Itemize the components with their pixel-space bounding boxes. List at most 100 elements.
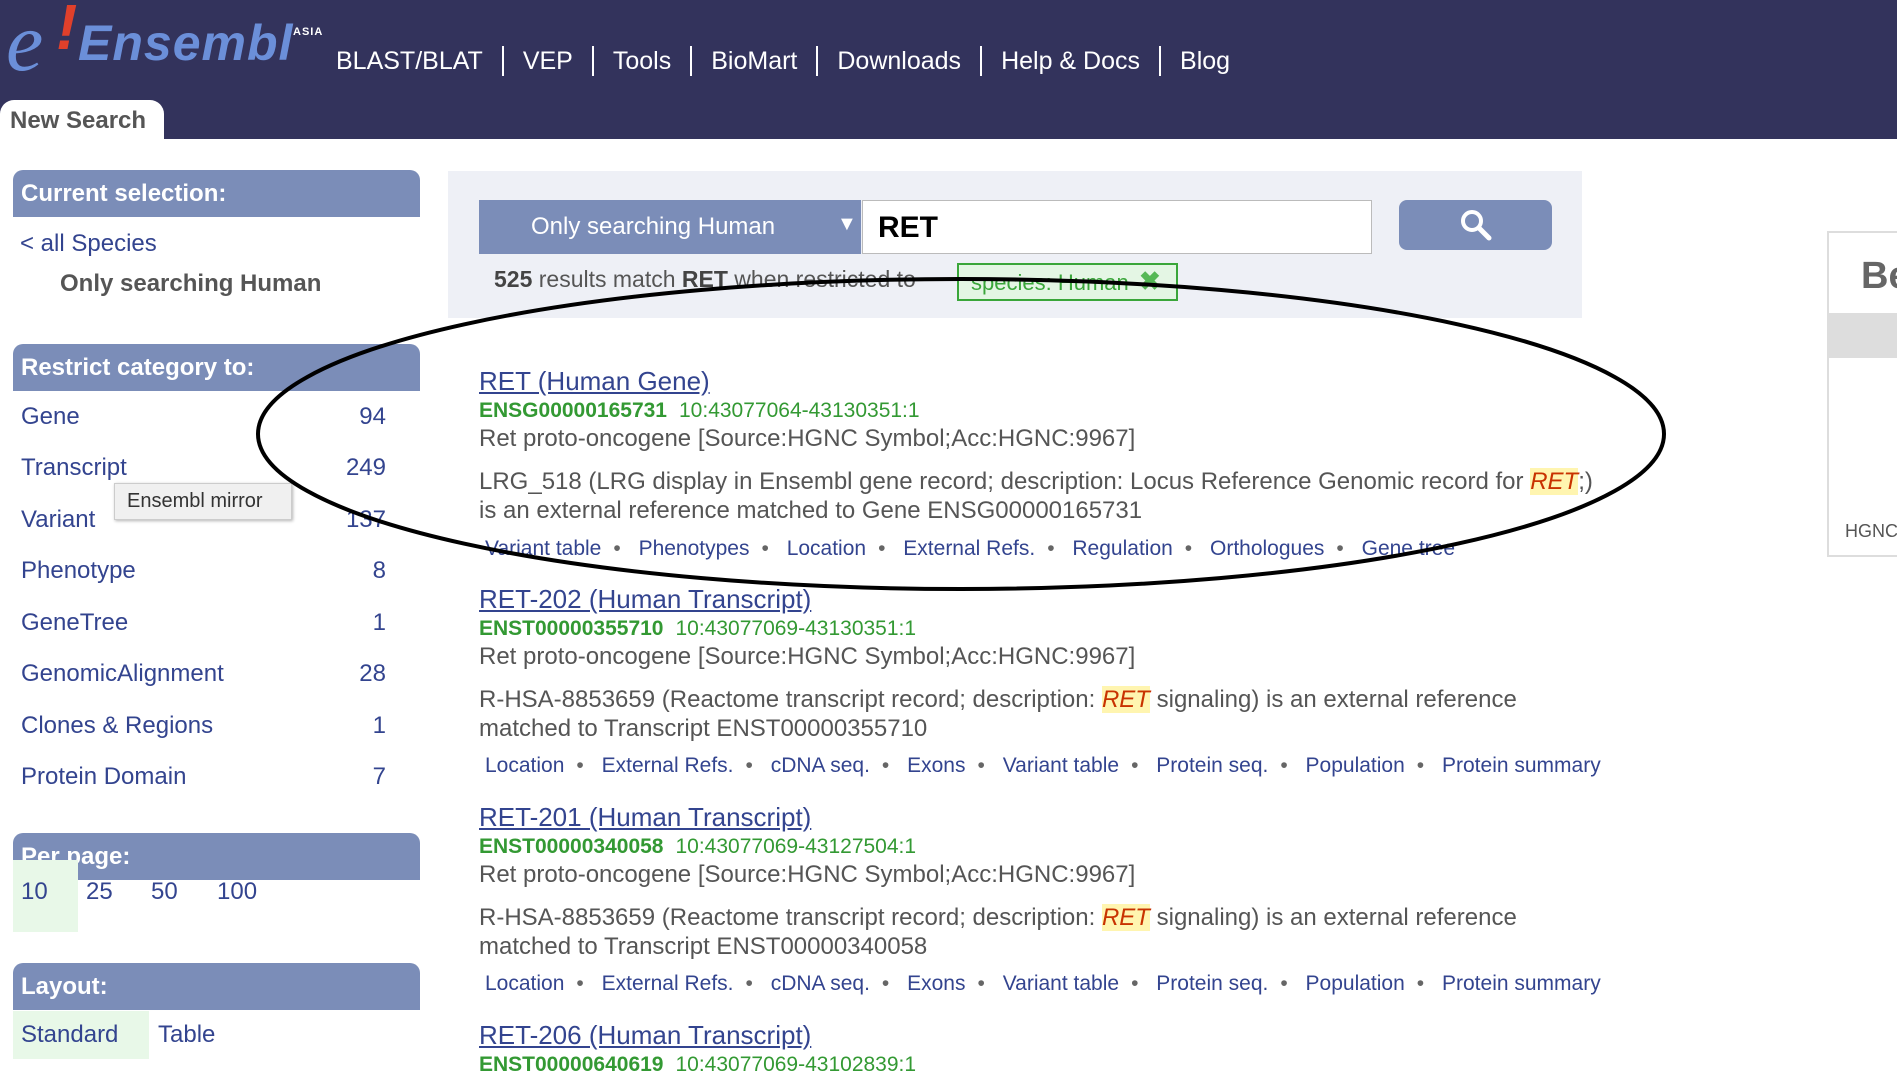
current-selection-heading: Current selection: [13,170,420,217]
category-label: Transcript [21,454,127,481]
link-separator: • [1416,972,1425,995]
link-separator: • [613,537,621,560]
nav-tools[interactable]: Tools [591,46,690,76]
nav-biomart[interactable]: BioMart [690,46,816,76]
layout-standard[interactable]: Standard [21,1021,118,1049]
results-summary: 525 results match RET when restricted to [494,266,916,293]
result-description: Ret proto-oncogene [Source:HGNC Symbol;A… [479,643,1136,670]
category-clones-regions[interactable]: Clones & Regions 1 [21,712,386,752]
result-xref: R-HSA-8853659 (Reactome transcript recor… [479,685,1517,743]
link-variant-table[interactable]: Variant table [997,754,1125,777]
link-external-refs[interactable]: External Refs. [596,754,740,777]
dropdown-arrow-icon: ▼ [837,213,857,235]
xref-text-line2: matched to Transcript ENST00000340058 [479,933,928,960]
species-filter-tag[interactable]: species: Human ✖ [957,263,1178,301]
result-title[interactable]: RET-201 (Human Transcript) [479,802,811,833]
result-stable-id: ENST00000640619 [479,1053,664,1076]
logo-region: ASIA [293,26,324,38]
remove-filter-icon[interactable]: ✖ [1139,266,1161,297]
nav-help-docs[interactable]: Help & Docs [980,46,1159,76]
summary-tail: when restricted to [727,266,916,292]
current-selection-label: Current selection: [21,180,227,207]
link-protein-summary[interactable]: Protein summary [1436,754,1607,777]
result-xref: R-HSA-8853659 (Reactome transcript recor… [479,903,1517,961]
category-count: 137 [345,506,386,533]
xref-text-tail: signaling) is an external reference [1149,904,1517,931]
link-protein-summary[interactable]: Protein summary [1436,972,1607,995]
link-population[interactable]: Population [1300,972,1411,995]
per-page-50[interactable]: 50 [151,878,178,906]
category-count: 8 [372,557,386,584]
logo-word: Ensembl [78,15,294,71]
link-gene-tree[interactable]: Gene tree [1356,537,1461,560]
tab-new-search[interactable]: New Search [0,100,164,139]
link-phenotypes[interactable]: Phenotypes [633,537,756,560]
link-exons[interactable]: Exons [901,754,971,777]
category-phenotype[interactable]: Phenotype 8 [21,557,386,597]
link-variant-table[interactable]: Variant table [479,537,607,560]
link-external-refs[interactable]: External Refs. [596,972,740,995]
result-stable-id: ENST00000340058 [479,835,664,858]
link-variant-table[interactable]: Variant table [997,972,1125,995]
species-select[interactable]: Only searching Human ▼ [479,200,861,254]
category-count: 249 [345,454,386,481]
link-location[interactable]: Location [781,537,872,560]
link-external-refs[interactable]: External Refs. [897,537,1041,560]
result-xref: LRG_518 (LRG display in Ensembl gene rec… [479,467,1593,525]
search-button[interactable] [1399,200,1552,250]
nav-blog[interactable]: Blog [1159,46,1249,76]
result-id-line: ENSG00000165731 10:43077064-43130351:1 [479,399,920,423]
layout-table[interactable]: Table [158,1021,215,1049]
link-exons[interactable]: Exons [901,972,971,995]
result-location: 10:43077064-43130351:1 [679,399,920,422]
card-title: Be [1861,255,1897,297]
link-regulation[interactable]: Regulation [1066,537,1178,560]
result-links: Variant table • Phenotypes • Location • Ext… [479,537,1461,561]
nav-vep[interactable]: VEP [501,46,592,76]
result-links: Location • External Refs. • cDNA seq. • Exo… [479,754,1607,778]
result-links: Location • External Refs. • cDNA seq. • Exo… [479,972,1607,996]
link-separator: • [1047,537,1055,560]
result-title[interactable]: RET (Human Gene) [479,366,710,397]
link-location[interactable]: Location [479,754,570,777]
link-cdna-seq[interactable]: cDNA seq. [765,754,876,777]
layout-label: Layout: [21,973,108,1000]
per-page-25[interactable]: 25 [86,878,113,906]
result-title[interactable]: RET-206 (Human Transcript) [479,1020,811,1051]
per-page-100[interactable]: 100 [217,878,257,906]
category-gene[interactable]: Gene 94 [21,403,386,443]
nav-blast[interactable]: BLAST/BLAT [322,46,502,76]
per-page-10[interactable]: 10 [21,878,48,906]
result-location: 10:43077069-43130351:1 [675,617,917,640]
category-genetree[interactable]: GeneTree 1 [21,609,386,649]
search-input-value: RET [878,211,938,244]
category-genomic-alignment[interactable]: GenomicAlignment 28 [21,660,386,700]
only-searching-human: Only searching Human [60,270,322,297]
results-count: 525 [494,266,533,292]
xref-text-line2: matched to Transcript ENST00000355710 [479,715,928,742]
link-separator: • [1280,972,1288,995]
mirror-tooltip: Ensembl mirror [114,483,292,520]
category-protein-domain[interactable]: Protein Domain 7 [21,763,386,803]
search-icon [1461,210,1492,241]
search-input[interactable]: RET [862,200,1372,254]
link-protein-seq[interactable]: Protein seq. [1150,972,1274,995]
xref-highlight: RET [1530,468,1579,495]
link-population[interactable]: Population [1300,754,1411,777]
link-cdna-seq[interactable]: cDNA seq. [765,972,876,995]
all-species-link[interactable]: < all Species [20,230,157,258]
result-title[interactable]: RET-202 (Human Transcript) [479,584,811,615]
nav-downloads[interactable]: Downloads [816,46,980,76]
link-orthologues[interactable]: Orthologues [1204,537,1330,560]
result-id-line: ENST00000340058 10:43077069-43127504:1 [479,835,916,859]
link-separator: • [1131,754,1139,777]
masthead: e ! Ensembl ASIA BLAST/BLAT VEP Tools Bi… [0,0,1897,139]
card-label: HGNC [1845,521,1897,541]
xref-text-tail: ;) [1578,468,1593,495]
link-separator: • [576,754,584,777]
link-location[interactable]: Location [479,972,570,995]
link-separator: • [1131,972,1139,995]
link-protein-seq[interactable]: Protein seq. [1150,754,1274,777]
tab-new-search-label: New Search [10,107,147,134]
xref-text: R-HSA-8853659 (Reactome transcript recor… [479,686,1102,713]
